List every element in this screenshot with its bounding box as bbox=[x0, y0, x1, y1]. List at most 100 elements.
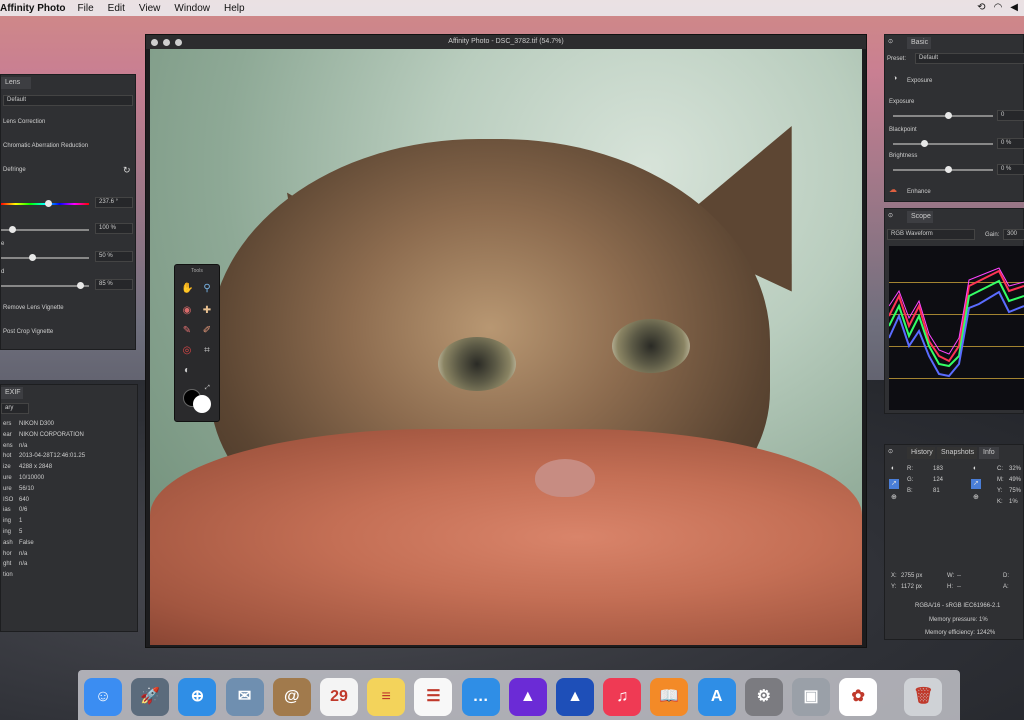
zoom-button[interactable] bbox=[175, 39, 182, 46]
exposure-slider[interactable] bbox=[893, 112, 993, 119]
blackpoint-slider-knob[interactable] bbox=[921, 140, 928, 147]
post-crop-vignette-row[interactable]: Post Crop Vignette bbox=[3, 329, 53, 335]
blemish-icon[interactable]: ✐ bbox=[201, 325, 213, 337]
minimize-button[interactable] bbox=[163, 39, 170, 46]
menu-help[interactable]: Help bbox=[224, 3, 245, 14]
reminders-icon[interactable]: ☰ bbox=[414, 678, 453, 716]
slider-4[interactable] bbox=[1, 282, 89, 289]
scope-mode-select[interactable]: RGB Waveform bbox=[887, 229, 975, 240]
brightness-slider[interactable] bbox=[893, 166, 993, 173]
panel-close-icon[interactable]: ⊙ bbox=[888, 38, 893, 45]
blackpoint-slider[interactable] bbox=[893, 140, 993, 147]
brightness-value[interactable]: 0 % bbox=[997, 164, 1024, 175]
lens-preset-select[interactable]: Default bbox=[3, 95, 133, 106]
scope-panel-close-icon[interactable]: ⊙ bbox=[888, 212, 893, 219]
zoom-icon[interactable]: ⚲ bbox=[201, 283, 213, 295]
slider-3-knob[interactable] bbox=[29, 254, 36, 261]
exif-view-select[interactable]: ary bbox=[1, 403, 29, 414]
menu-file[interactable]: File bbox=[78, 3, 94, 14]
red-eye-icon[interactable]: ◎ bbox=[181, 345, 193, 357]
eye-icon[interactable]: ◉ bbox=[181, 305, 193, 317]
safari-icon[interactable]: ⊕ bbox=[178, 678, 217, 716]
slider-4-knob[interactable] bbox=[77, 282, 84, 289]
menu-view[interactable]: View bbox=[139, 3, 161, 14]
tab-snapshots[interactable]: Snapshots bbox=[937, 447, 977, 459]
tab-lens[interactable]: Lens bbox=[1, 77, 31, 89]
wifi-icon[interactable]: ◠ bbox=[994, 2, 1003, 13]
blackpoint-value[interactable]: 0 % bbox=[997, 138, 1024, 149]
slider-2[interactable] bbox=[1, 226, 89, 233]
menu-window[interactable]: Window bbox=[174, 3, 210, 14]
background-color-swatch[interactable] bbox=[193, 395, 211, 413]
crop-icon[interactable]: ⌗ bbox=[201, 345, 213, 357]
calendar-icon[interactable]: 29 bbox=[320, 678, 358, 716]
menu-edit[interactable]: Edit bbox=[108, 3, 125, 14]
enhance-checkbox[interactable]: Enhance bbox=[907, 189, 931, 195]
defringe-row[interactable]: Defringe bbox=[3, 167, 26, 173]
info-x-label: X: bbox=[891, 573, 897, 579]
affinity-designer-icon[interactable]: ▲ bbox=[556, 678, 594, 716]
pointer-icon-2[interactable]: ➚ bbox=[971, 479, 981, 489]
visibility-icon[interactable]: ◑ bbox=[893, 75, 897, 82]
tab-info[interactable]: Info bbox=[979, 447, 999, 459]
slider-2-knob[interactable] bbox=[9, 226, 16, 233]
lens-correction-row[interactable]: Lens Correction bbox=[3, 119, 45, 125]
tab-scope[interactable]: Scope bbox=[907, 211, 933, 223]
slider-3[interactable] bbox=[1, 254, 89, 261]
ibooks-icon[interactable]: 📖 bbox=[650, 678, 689, 716]
messages-icon[interactable]: … bbox=[461, 678, 500, 716]
slider-2-value[interactable]: 100 % bbox=[95, 223, 133, 234]
notes-icon[interactable]: ≡ bbox=[367, 678, 406, 716]
hue-value[interactable]: 237.6 ° bbox=[95, 197, 133, 208]
trash-icon[interactable]: 🗑 bbox=[904, 678, 943, 716]
remove-lens-vignette-row[interactable]: Remove Lens Vignette bbox=[3, 305, 64, 311]
hand-icon[interactable]: ✋ bbox=[181, 283, 193, 295]
info-panel-close-icon[interactable]: ⊙ bbox=[888, 448, 893, 455]
time-machine-icon[interactable]: ⟲ bbox=[977, 2, 985, 13]
close-button[interactable] bbox=[151, 39, 158, 46]
brightness-slider-knob[interactable] bbox=[945, 166, 952, 173]
photos-icon[interactable]: ✿ bbox=[839, 678, 878, 716]
image-canvas[interactable] bbox=[150, 49, 862, 645]
app-menu[interactable]: Affinity Photo bbox=[0, 3, 66, 14]
exif-value: NIKON D300 bbox=[19, 421, 55, 427]
slider-4-value[interactable]: 85 % bbox=[95, 279, 133, 290]
preset-select[interactable]: Default bbox=[915, 53, 1024, 64]
sphere-icon[interactable]: ◐ bbox=[181, 365, 193, 377]
reset-icon[interactable]: ↻ bbox=[123, 165, 131, 176]
swap-colors-icon[interactable]: ⤢ bbox=[205, 385, 210, 392]
preview-icon[interactable]: ✉ bbox=[225, 678, 264, 716]
info-h-value: -- bbox=[957, 584, 961, 590]
finder-icon[interactable]: ☺ bbox=[84, 678, 122, 716]
color-picker-icon[interactable]: ◐ bbox=[891, 465, 895, 472]
contacts-icon[interactable]: @ bbox=[272, 678, 311, 716]
itunes-icon[interactable]: ♫ bbox=[603, 678, 642, 716]
app-store-icon[interactable]: A bbox=[697, 678, 736, 716]
image-capture-icon[interactable]: ▣ bbox=[792, 678, 830, 716]
brush-icon[interactable]: ✎ bbox=[181, 325, 193, 337]
gain-value[interactable]: 300 bbox=[1003, 229, 1024, 240]
window-titlebar[interactable]: Affinity Photo - DSC_3782.tif (54.7%) bbox=[146, 35, 866, 49]
hue-slider[interactable] bbox=[1, 200, 89, 207]
crosshair-icon[interactable]: ⊕ bbox=[891, 493, 897, 501]
slider-3-value[interactable]: 50 % bbox=[95, 251, 133, 262]
pointer-icon[interactable]: ➚ bbox=[889, 479, 899, 489]
volume-icon[interactable]: ◀ bbox=[1010, 2, 1018, 13]
exposure-slider-knob[interactable] bbox=[945, 112, 952, 119]
bandage-icon[interactable]: ✚ bbox=[201, 305, 213, 317]
exif-key: ers bbox=[3, 421, 12, 427]
hue-slider-knob[interactable] bbox=[45, 200, 52, 207]
chromatic-aberration-row[interactable]: Chromatic Aberration Reduction bbox=[3, 143, 88, 149]
affinity-photo-icon[interactable]: ▲ bbox=[508, 678, 547, 716]
tab-history[interactable]: History bbox=[907, 447, 935, 459]
system-preferences-icon[interactable]: ⚙ bbox=[744, 678, 783, 716]
basic-panel: ⊙ Basic Preset: Default ◑ Exposure Expos… bbox=[884, 34, 1024, 202]
exposure-value[interactable]: 0 bbox=[997, 110, 1024, 121]
info-w-label: W: bbox=[947, 573, 955, 579]
launchpad-icon[interactable]: 🚀 bbox=[131, 678, 170, 716]
exposure-checkbox[interactable]: Exposure bbox=[907, 78, 932, 84]
tab-basic[interactable]: Basic bbox=[907, 37, 931, 49]
crosshair-icon-2[interactable]: ⊕ bbox=[973, 493, 979, 501]
color-picker-icon-2[interactable]: ◐ bbox=[973, 465, 977, 472]
tab-exif[interactable]: EXIF bbox=[1, 387, 23, 399]
